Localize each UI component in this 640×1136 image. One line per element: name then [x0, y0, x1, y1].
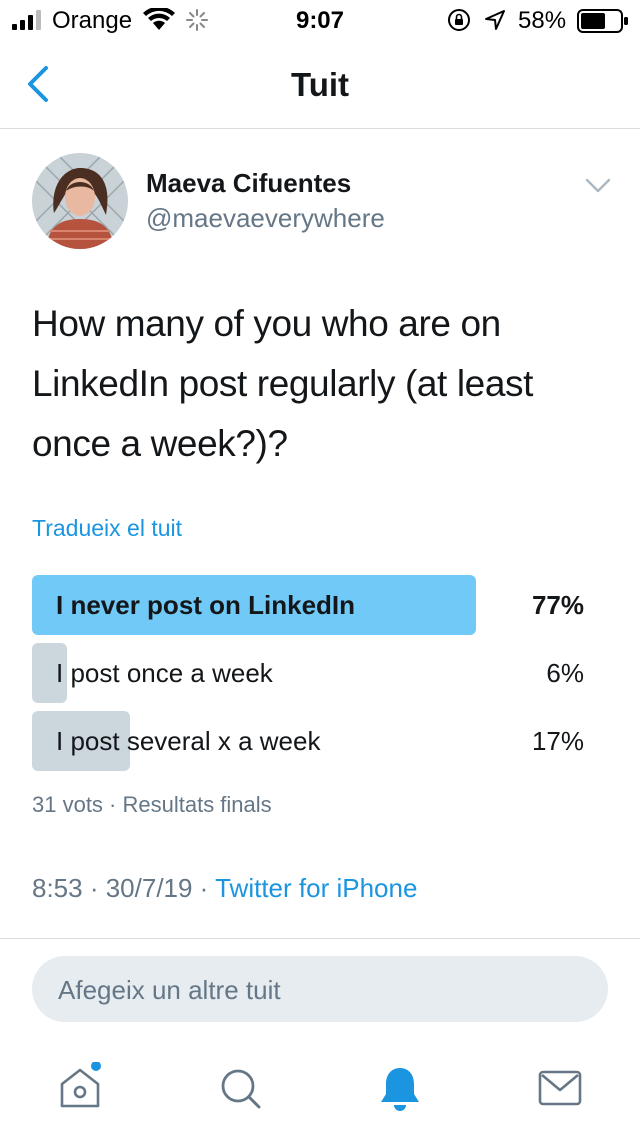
- poll: I never post on LinkedIn 77% I post once…: [32, 575, 584, 779]
- poll-option-label: I post once a week: [56, 658, 273, 688]
- tweet-timestamp: 8:53 · 30/7/19 · Twitter for iPhone: [32, 873, 417, 904]
- poll-option-percent: 77%: [531, 590, 584, 620]
- search-icon: [221, 1069, 261, 1109]
- orientation-lock-icon: [448, 9, 470, 31]
- tab-messages[interactable]: [534, 1062, 586, 1114]
- bell-icon: [381, 1068, 419, 1111]
- tab-home[interactable]: [54, 1061, 106, 1114]
- tab-bar: [0, 1040, 640, 1136]
- poll-option-label: I never post on LinkedIn: [56, 590, 356, 620]
- divider: [0, 938, 640, 939]
- chevron-down-icon[interactable]: [585, 177, 611, 195]
- mail-icon: [538, 1070, 582, 1106]
- poll-option-percent: 6%: [546, 658, 584, 688]
- status-bar: Orange 9:07 58%: [0, 0, 640, 42]
- poll-option: I never post on LinkedIn 77%: [32, 575, 584, 635]
- battery-icon: [577, 9, 628, 33]
- tab-search[interactable]: [214, 1062, 266, 1114]
- translate-link[interactable]: Tradueix el tuit: [32, 515, 182, 542]
- battery-percent: 58%: [518, 7, 567, 34]
- author-handle[interactable]: @maevaeverywhere: [146, 203, 385, 234]
- page-title: Tuit: [290, 66, 350, 103]
- location-icon: [485, 10, 505, 30]
- tab-notifications[interactable]: [374, 1062, 426, 1114]
- author-name[interactable]: Maeva Cifuentes: [146, 168, 351, 199]
- avatar[interactable]: [32, 153, 128, 249]
- home-icon: [60, 1061, 101, 1108]
- poll-option: I post several x a week 17%: [32, 711, 584, 771]
- poll-option: I post once a week 6%: [32, 643, 584, 703]
- poll-option-label: I post several x a week: [56, 726, 321, 756]
- nav-bar: Tuit: [0, 42, 640, 129]
- tweet-source-link[interactable]: Twitter for iPhone: [215, 873, 417, 903]
- reply-input[interactable]: Afegeix un altre tuit: [32, 956, 608, 1022]
- reply-placeholder: Afegeix un altre tuit: [58, 975, 281, 1005]
- poll-option-percent: 17%: [531, 726, 584, 756]
- timestamp-text: 8:53 · 30/7/19 ·: [32, 873, 216, 903]
- poll-meta: 31 vots · Resultats finals: [32, 792, 272, 817]
- tweet-text: How many of you who are on LinkedIn post…: [32, 303, 533, 464]
- notification-dot: [91, 1061, 101, 1071]
